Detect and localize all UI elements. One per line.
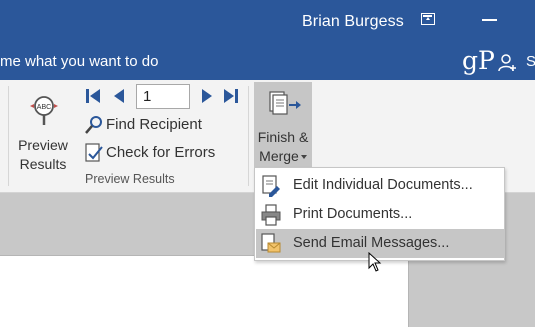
tell-me-search[interactable]: me what you want to do	[0, 53, 158, 70]
finish-merge-label: Finish & Merge	[254, 128, 312, 166]
last-record-icon[interactable]	[222, 87, 240, 105]
finish-label-line2: Merge	[254, 147, 312, 166]
find-recipient-button[interactable]: Find Recipient	[84, 115, 224, 137]
previous-record-icon[interactable]	[112, 87, 126, 105]
menu-item-edit-documents[interactable]: Edit Individual Documents...	[256, 171, 504, 200]
group-separator	[248, 86, 249, 186]
gp-logo: gP	[462, 46, 495, 75]
finish-merge-menu: Edit Individual Documents... Print Docum…	[254, 167, 505, 261]
record-number-input[interactable]: 1	[136, 84, 190, 109]
find-recipient-label: Find Recipient	[106, 116, 202, 133]
minimize-icon[interactable]	[482, 19, 497, 21]
ribbon-display-options-icon[interactable]	[421, 13, 435, 25]
email-icon	[261, 233, 281, 253]
preview-label-line1: Preview	[18, 137, 68, 153]
finish-label-line1: Finish &	[257, 129, 309, 145]
document-page[interactable]	[0, 255, 409, 327]
share-label[interactable]: S	[526, 53, 535, 70]
send-email-label: Send Email Messages...	[293, 235, 450, 251]
first-record-icon[interactable]	[84, 87, 102, 105]
edit-documents-icon	[262, 175, 280, 197]
next-record-icon[interactable]	[200, 87, 214, 105]
preview-results-group-label: Preview Results	[85, 172, 175, 186]
preview-results-button[interactable]: ABC Preview Results	[14, 86, 72, 178]
user-name[interactable]: Brian Burgess	[302, 13, 404, 31]
check-errors-button[interactable]: Check for Errors	[84, 143, 224, 165]
preview-results-label: Preview Results	[14, 136, 72, 174]
mouse-pointer-icon	[368, 252, 382, 272]
share-person-icon[interactable]	[498, 53, 518, 73]
menu-item-print-documents[interactable]: Print Documents...	[256, 200, 504, 229]
check-errors-icon	[85, 143, 103, 162]
printer-icon	[261, 204, 281, 226]
find-recipient-icon	[85, 116, 102, 134]
group-separator	[8, 86, 9, 186]
finish-merge-icon	[269, 91, 301, 115]
preview-label-line2: Results	[19, 156, 67, 172]
title-bar: Brian Burgess	[0, 0, 535, 45]
finish-merge-button[interactable]: Finish & Merge	[254, 82, 312, 170]
check-errors-label: Check for Errors	[106, 144, 216, 161]
edit-documents-label: Edit Individual Documents...	[293, 177, 473, 193]
print-documents-label: Print Documents...	[293, 206, 413, 222]
svg-text:ABC: ABC	[37, 104, 51, 111]
merge-word: Merge	[259, 148, 299, 164]
tell-me-bar: me what you want to do gP S	[0, 45, 535, 80]
chevron-down-icon	[300, 155, 307, 160]
abc-magnifier-icon: ABC	[30, 96, 58, 125]
